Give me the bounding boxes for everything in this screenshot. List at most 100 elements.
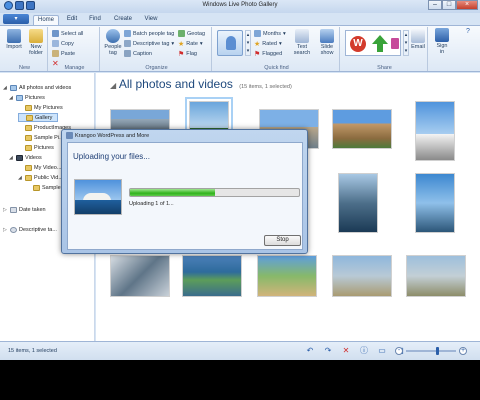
library-icon bbox=[10, 84, 17, 91]
email-button[interactable]: Email bbox=[409, 29, 427, 50]
expand-arrow-icon[interactable]: ◢ bbox=[3, 85, 8, 91]
months-button[interactable]: Months ▾ bbox=[254, 29, 286, 38]
import-button[interactable]: Import bbox=[4, 29, 24, 50]
wordpress-icon[interactable]: W bbox=[350, 36, 366, 52]
tree-descriptive-tags[interactable]: ▷ Descriptive ta... bbox=[3, 225, 57, 234]
tab-edit[interactable]: Edit bbox=[62, 15, 82, 25]
expand-arrow-icon[interactable]: ◢ bbox=[9, 95, 14, 101]
flag-button[interactable]: ⚑ Flag bbox=[178, 49, 197, 58]
zoom-out-button[interactable]: - bbox=[395, 347, 403, 355]
tree-pictures[interactable]: ◢ Pictures bbox=[9, 93, 45, 102]
geotag-icon bbox=[178, 30, 185, 37]
calendar-icon bbox=[10, 206, 17, 213]
flagged-button[interactable]: ⚑ Flagged bbox=[254, 49, 282, 58]
folder-icon bbox=[25, 104, 32, 111]
photo-thumbnail[interactable] bbox=[332, 255, 392, 297]
select-all-button[interactable]: Select all bbox=[52, 29, 83, 38]
tab-view[interactable]: View bbox=[140, 15, 162, 25]
gallery-scroll[interactable]: ▴ ▾ ▾ bbox=[245, 30, 251, 56]
ribbon-tabs: ▾ Home Edit Find Create View bbox=[0, 13, 480, 25]
help-icon[interactable]: ? bbox=[462, 28, 474, 38]
rotate-right-icon[interactable]: ↷ bbox=[323, 346, 333, 356]
calendar-icon bbox=[254, 30, 261, 37]
expand-arrow-icon[interactable]: ◢ bbox=[9, 155, 14, 161]
group-quickfind: ▴ ▾ ▾ Months ▾ ★ Rated ▾ ⚑ Flagged Text se… bbox=[214, 27, 340, 71]
zoom-slider-knob[interactable] bbox=[436, 347, 439, 355]
tree-gallery[interactable]: Gallery bbox=[18, 113, 58, 122]
tab-home[interactable]: Home bbox=[33, 15, 59, 25]
expand-arrow-icon[interactable]: ▷ bbox=[3, 227, 8, 233]
window-title: Windows Live Photo Gallery bbox=[202, 2, 278, 8]
copy-icon bbox=[52, 40, 59, 47]
zoom-slider[interactable] bbox=[406, 347, 456, 355]
folder-icon bbox=[26, 114, 33, 121]
upload-progress-bar bbox=[129, 188, 300, 197]
tab-create[interactable]: Create bbox=[110, 15, 136, 25]
group-share: W ▴ ▾ ▾ Email Share bbox=[342, 27, 428, 71]
group-organize: People tag Batch people tag Descriptive … bbox=[102, 27, 212, 71]
photo-thumbnail[interactable] bbox=[415, 101, 455, 161]
new-folder-button[interactable]: New folder bbox=[26, 29, 46, 56]
camera-icon bbox=[7, 29, 21, 43]
dialog-app-icon bbox=[66, 132, 73, 139]
people-filter-button[interactable] bbox=[217, 30, 243, 56]
tree-date-taken[interactable]: ▷ Date taken bbox=[3, 205, 46, 214]
upload-dialog: Krangoo WordPress and More Uploading you… bbox=[61, 129, 308, 254]
rated-button[interactable]: ★ Rated ▾ bbox=[254, 39, 282, 48]
folder-icon bbox=[33, 184, 40, 191]
caption-icon bbox=[124, 50, 131, 57]
expand-arrow-icon[interactable]: ◢ bbox=[18, 175, 23, 181]
rate-button[interactable]: ★ Rate ▾ bbox=[178, 39, 203, 48]
photo-thumbnail[interactable] bbox=[338, 173, 378, 233]
copy-button[interactable]: Copy bbox=[52, 39, 74, 48]
maximize-button[interactable]: □ bbox=[442, 0, 456, 10]
batch-people-tag-button[interactable]: Batch people tag bbox=[124, 29, 174, 38]
geotag-button[interactable]: Geotag bbox=[178, 29, 205, 38]
chevron-down-icon: ▾ bbox=[199, 40, 203, 47]
photo-thumbnail[interactable] bbox=[406, 255, 466, 297]
photo-thumbnail[interactable] bbox=[257, 255, 317, 297]
folder-icon bbox=[25, 164, 32, 171]
sign-in-button[interactable]: Sign in bbox=[432, 28, 452, 55]
person-icon bbox=[226, 36, 236, 50]
rotate-left-icon[interactable]: ↶ bbox=[305, 346, 315, 356]
zoom-in-button[interactable]: + bbox=[459, 347, 467, 355]
tree-my-videos[interactable]: My Video... bbox=[18, 163, 61, 172]
upload-arrow-icon[interactable] bbox=[372, 35, 388, 44]
tree-all-photos[interactable]: ◢ All photos and videos bbox=[3, 83, 71, 92]
photo-thumbnail[interactable] bbox=[415, 173, 455, 233]
sign-in-icon bbox=[435, 28, 449, 42]
info-icon[interactable]: ⓘ bbox=[359, 346, 369, 356]
delete-icon[interactable]: ✕ bbox=[341, 346, 351, 356]
tree-sample-videos[interactable]: Sample bbox=[26, 183, 61, 192]
tree-my-pictures[interactable]: My Pictures bbox=[18, 103, 63, 112]
expand-arrow-icon[interactable]: ▷ bbox=[3, 207, 8, 213]
publish-plugin-icon[interactable] bbox=[391, 38, 399, 49]
videos-library-icon bbox=[16, 154, 23, 161]
collapse-arrow-icon[interactable]: ◢ bbox=[110, 81, 116, 90]
slide-show-button[interactable]: Slide show bbox=[316, 29, 338, 56]
app-menu-button[interactable]: ▾ bbox=[3, 14, 29, 24]
paste-button[interactable]: Paste bbox=[52, 49, 75, 58]
chevron-down-icon: ▾ bbox=[283, 30, 286, 37]
photo-thumbnail[interactable] bbox=[332, 109, 392, 149]
dialog-title-bar: Krangoo WordPress and More bbox=[66, 132, 149, 139]
upload-arrow-stem bbox=[377, 44, 383, 52]
pictures-library-icon bbox=[16, 94, 23, 101]
tree-sample-pictures[interactable]: Sample Pi... bbox=[18, 133, 64, 142]
photo-thumbnail[interactable] bbox=[182, 255, 242, 297]
stop-button[interactable]: Stop bbox=[264, 235, 301, 246]
tab-find[interactable]: Find bbox=[85, 15, 105, 25]
minimize-button[interactable]: – bbox=[428, 0, 442, 10]
chevron-down-icon: ▾ bbox=[278, 40, 282, 47]
photo-thumbnail[interactable] bbox=[110, 255, 170, 297]
tree-videos[interactable]: ◢ Videos bbox=[9, 153, 42, 162]
tree-public-videos[interactable]: ◢ Public Vid... bbox=[18, 173, 63, 182]
descriptive-tag-button[interactable]: Descriptive tag ▾ bbox=[124, 39, 174, 48]
people-tag-button[interactable]: People tag bbox=[104, 29, 122, 56]
caption-button[interactable]: Caption bbox=[124, 49, 152, 58]
text-search-button[interactable]: Text search bbox=[292, 29, 312, 56]
display-icon[interactable]: ▭ bbox=[377, 346, 387, 356]
close-button[interactable]: × bbox=[456, 0, 478, 10]
tree-pictures-folder[interactable]: Pictures bbox=[18, 143, 54, 152]
